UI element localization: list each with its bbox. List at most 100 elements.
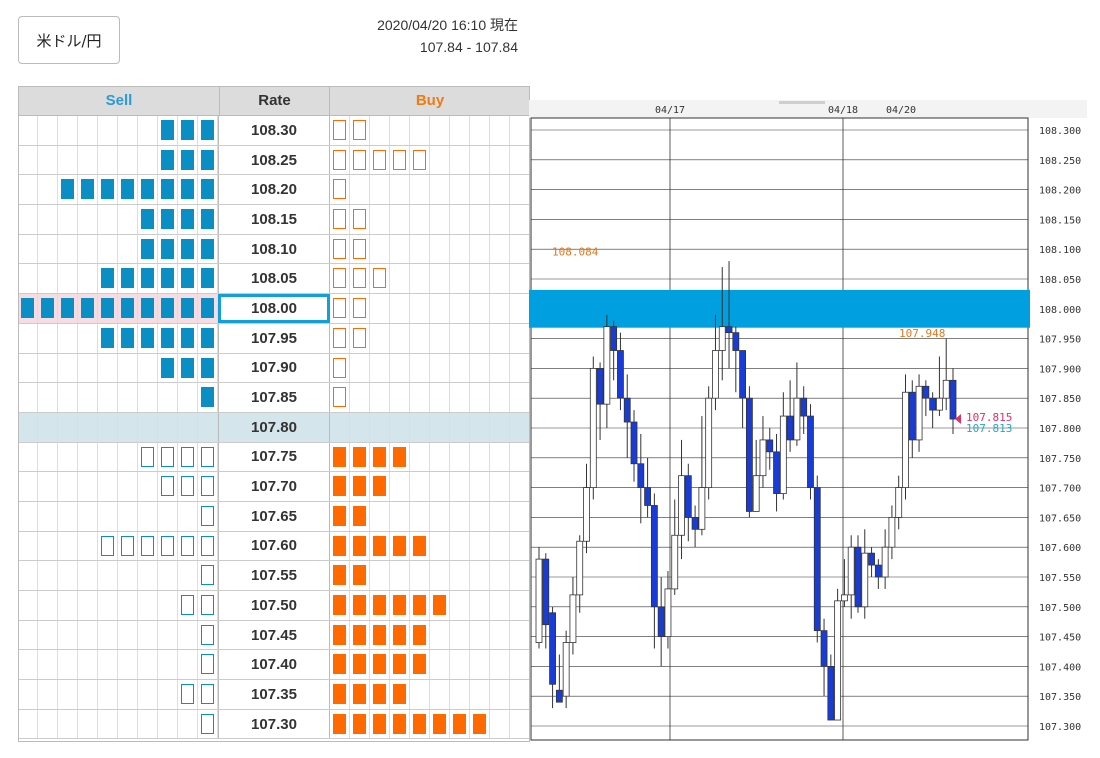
buy-cell — [430, 294, 450, 323]
sell-cell — [78, 501, 98, 531]
sell-order-block — [81, 298, 94, 319]
sell-cell — [98, 591, 118, 620]
buy-cell — [370, 650, 390, 680]
sell-cell — [138, 205, 158, 234]
rate-cell[interactable]: 108.00 — [218, 294, 330, 323]
rate-cell[interactable]: 107.75 — [218, 442, 330, 472]
sell-cell — [198, 175, 218, 205]
sell-cell — [38, 294, 58, 323]
order-row[interactable]: 108.20 — [18, 175, 530, 206]
rate-cell[interactable]: 107.85 — [218, 383, 330, 412]
candle-up — [936, 397, 943, 411]
sell-cell — [38, 412, 58, 442]
sell-cell — [18, 116, 38, 145]
order-row[interactable]: 108.25 — [18, 145, 530, 176]
buy-cell — [410, 620, 430, 650]
buy-cell — [450, 383, 470, 412]
buy-order-block — [353, 684, 366, 705]
rate-cell[interactable]: 107.40 — [218, 650, 330, 680]
order-row[interactable]: 108.30 — [18, 116, 530, 146]
order-row[interactable]: 107.95 — [18, 323, 530, 354]
rate-cell[interactable]: 108.30 — [218, 116, 330, 145]
buy-order-block — [353, 713, 366, 734]
sell-cell — [98, 323, 118, 353]
order-row[interactable]: 107.85 — [18, 383, 530, 413]
buy-cell — [470, 323, 490, 353]
buy-cell — [470, 680, 490, 709]
buy-order-block — [373, 624, 386, 645]
sell-order-block — [181, 209, 194, 230]
order-row[interactable]: 107.40 — [18, 650, 530, 681]
order-row[interactable]: 108.10 — [18, 234, 530, 265]
rate-cell[interactable]: 107.95 — [218, 323, 330, 353]
sell-cell — [178, 561, 198, 590]
sell-cell — [38, 234, 58, 264]
buy-cell — [410, 175, 430, 205]
rate-cell[interactable]: 107.30 — [218, 709, 330, 739]
order-row[interactable]: 107.30 — [18, 709, 530, 740]
rate-cell[interactable]: 107.55 — [218, 561, 330, 590]
currency-pair-button[interactable]: 米ドル/円 — [18, 16, 120, 64]
sell-cell — [158, 323, 178, 353]
buy-cell — [490, 561, 510, 590]
sell-cell — [178, 353, 198, 383]
sell-cell — [198, 442, 218, 472]
candle-up — [562, 642, 570, 697]
sell-order-block — [141, 209, 154, 230]
sell-order-block — [161, 120, 174, 140]
order-row[interactable]: 107.50 — [18, 591, 530, 621]
sell-cell — [98, 264, 118, 294]
buy-cell — [390, 116, 410, 145]
rate-cell[interactable]: 107.45 — [218, 620, 330, 650]
buy-cell — [330, 205, 350, 234]
buy-cell — [510, 709, 530, 739]
sell-cell — [58, 472, 78, 501]
high-annotation-right: 107.948 — [899, 327, 945, 340]
sell-cells — [18, 383, 218, 412]
sell-cell — [178, 294, 198, 323]
candlestick-chart: 108.300 108.250 108.200 108.150 108.100 108.0… — [529, 100, 1087, 741]
rate-cell[interactable]: 108.20 — [218, 175, 330, 205]
rate-cell[interactable]: 108.25 — [218, 145, 330, 175]
order-row[interactable]: 107.70 — [18, 472, 530, 502]
sell-cell — [58, 353, 78, 383]
rate-cell[interactable]: 107.90 — [218, 353, 330, 383]
buy-order-block — [353, 120, 366, 140]
order-row[interactable]: 107.35 — [18, 680, 530, 710]
rate-cell[interactable]: 107.65 — [218, 501, 330, 531]
buy-order-block — [333, 268, 346, 289]
buy-cell — [450, 531, 470, 561]
order-row[interactable]: 107.55 — [18, 561, 530, 591]
order-row[interactable]: 108.15 — [18, 205, 530, 235]
rate-cell[interactable]: 107.70 — [218, 472, 330, 501]
rate-cell[interactable]: 107.60 — [218, 531, 330, 561]
buy-cell — [490, 412, 510, 442]
buy-cell — [390, 561, 410, 590]
rate-cell[interactable]: 107.80 — [218, 412, 330, 442]
order-row[interactable]: 107.80 — [18, 412, 530, 443]
rate-cell[interactable]: 108.10 — [218, 234, 330, 264]
order-row[interactable]: 107.90 — [18, 353, 530, 384]
buy-cell — [490, 175, 510, 205]
order-row[interactable]: 107.75 — [18, 442, 530, 473]
buy-order-block — [373, 535, 386, 556]
sell-order-block — [161, 149, 174, 170]
order-row[interactable]: 107.60 — [18, 531, 530, 562]
rate-cell[interactable]: 108.05 — [218, 264, 330, 294]
rate-cell[interactable]: 107.35 — [218, 680, 330, 709]
rate-cell[interactable]: 107.50 — [218, 591, 330, 620]
sell-order-block — [181, 149, 194, 170]
order-row[interactable]: 108.05 — [18, 264, 530, 295]
buy-cell — [470, 709, 490, 739]
order-row[interactable]: 107.45 — [18, 620, 530, 651]
sell-cell — [138, 620, 158, 650]
rate-cell[interactable]: 108.15 — [218, 205, 330, 234]
order-row[interactable]: 107.65 — [18, 501, 530, 532]
sell-cell — [78, 442, 98, 472]
sell-cells — [18, 680, 218, 709]
sell-cells — [18, 442, 218, 472]
sell-cell — [158, 650, 178, 680]
sell-cell — [98, 175, 118, 205]
y-tick-label: 108.200 — [1039, 186, 1081, 197]
order-row[interactable]: 108.00 — [18, 294, 530, 324]
